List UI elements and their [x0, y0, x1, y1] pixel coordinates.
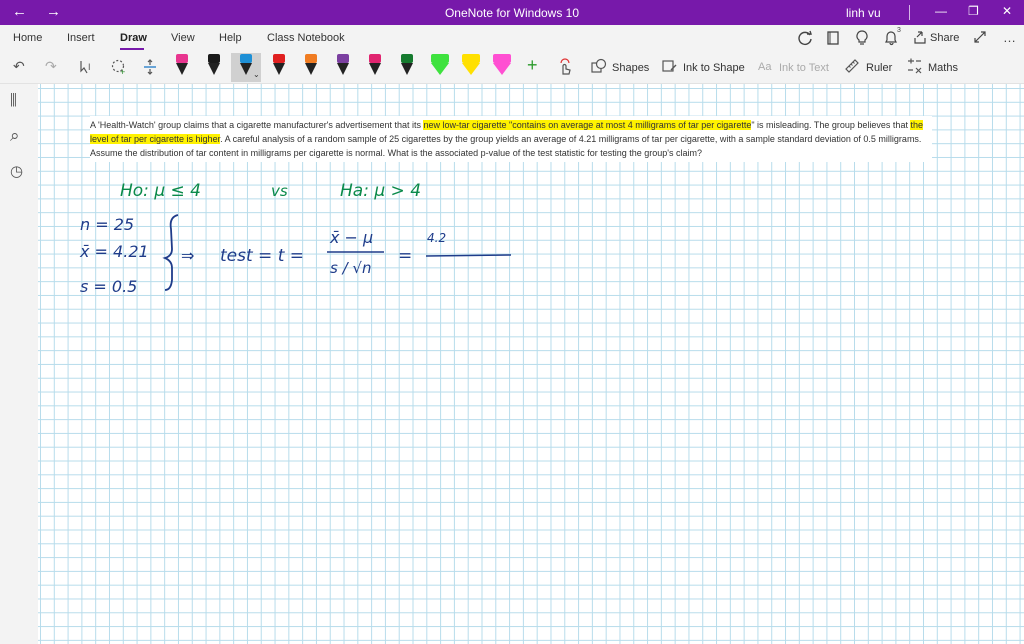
maths-button[interactable]: Maths — [928, 62, 958, 74]
pen-darkgreen-tip — [401, 63, 413, 75]
pen-red-cap — [273, 54, 285, 63]
highlighter-yellow-cap — [462, 54, 480, 63]
expand-icon[interactable] — [973, 30, 987, 44]
titlebar-divider — [909, 5, 910, 20]
tab-insert[interactable]: Insert — [67, 32, 95, 44]
maximize-icon[interactable]: ❐ — [968, 4, 979, 18]
test-statistic-label: test = t = — [220, 246, 304, 266]
svg-text:+: + — [120, 67, 125, 76]
highlighter-pink-tip — [493, 63, 511, 75]
sample-size: n = 25 — [80, 215, 134, 234]
highlighter-green-tip — [431, 63, 449, 75]
pen-pink-tip — [176, 63, 188, 75]
sync-icon[interactable] — [797, 30, 813, 46]
pen-red-tip — [273, 63, 285, 75]
search-icon[interactable]: ⌕ — [10, 126, 20, 146]
note-canvas[interactable]: A 'Health-Watch' group claims that a cig… — [38, 84, 1024, 644]
pen-blue-cap — [240, 54, 252, 63]
second-fraction-bar — [425, 254, 512, 257]
partial-numerator: 4.2 — [427, 231, 446, 245]
lasso-select-icon[interactable]: + — [110, 58, 128, 76]
pen-red[interactable] — [273, 54, 285, 80]
fraction-denominator: s / √n — [330, 259, 371, 277]
shapes-button[interactable]: Shapes — [612, 62, 649, 74]
highlighter-pink-cap — [493, 54, 511, 63]
tab-draw[interactable]: Draw — [120, 32, 147, 44]
navigation-sidebar: ⫼ ⌕ ◷ — [0, 84, 38, 644]
highlighter-yellow[interactable] — [462, 54, 480, 80]
highlighter-green-cap — [431, 54, 449, 63]
tab-help[interactable]: Help — [219, 32, 242, 44]
shapes-icon[interactable] — [591, 58, 607, 74]
ink-to-shape-icon[interactable] — [662, 58, 678, 74]
touch-draw-icon[interactable] — [558, 58, 574, 76]
pen-blue[interactable] — [240, 54, 252, 80]
fraction-numerator: x̄ − μ — [329, 228, 373, 247]
sample-mean: x̄ = 4.21 — [79, 242, 149, 261]
highlighter-green[interactable] — [431, 54, 449, 80]
pen-black-cap — [208, 54, 220, 63]
versus-text: vs — [271, 182, 288, 200]
user-name[interactable]: linh vu — [846, 6, 881, 20]
close-icon[interactable]: ✕ — [1002, 4, 1012, 18]
svg-text:Aa: Aa — [758, 61, 772, 73]
pen-orange[interactable] — [305, 54, 317, 80]
ruler-button[interactable]: Ruler — [866, 62, 892, 74]
pen-orange-tip — [305, 63, 317, 75]
svg-text:I: I — [88, 62, 91, 72]
pen-darkgreen-cap — [401, 54, 413, 63]
null-hypothesis: Ho: μ ≤ 4 — [120, 181, 201, 201]
highlighter-pink[interactable] — [493, 54, 511, 80]
pen-black-tip — [208, 63, 220, 75]
pen-orange-cap — [305, 54, 317, 63]
notebook-icon[interactable] — [826, 30, 840, 46]
pen-purple-cap — [337, 54, 349, 63]
notebooks-icon[interactable]: ⫼ — [10, 92, 17, 109]
highlighter-yellow-tip — [462, 63, 480, 75]
more-icon[interactable]: … — [1003, 30, 1016, 45]
active-tab-indicator — [120, 48, 144, 50]
title-bar: ← → OneNote for Windows 10 linh vu — ❐ ✕ — [0, 0, 1024, 25]
ink-to-text-button[interactable]: Ink to Text — [779, 62, 829, 74]
pen-magenta-cap — [369, 54, 381, 63]
ribbon-tabs: Home Insert Draw View Help Class Noteboo… — [0, 25, 1024, 52]
pen-black[interactable] — [208, 54, 220, 80]
notification-count: 3 — [897, 27, 901, 34]
sample-std-dev: s = 0.5 — [80, 277, 137, 296]
redo-icon[interactable]: ↷ — [45, 58, 57, 75]
pen-pink-cap — [176, 54, 188, 63]
alternative-hypothesis: Ha: μ > 4 — [340, 181, 421, 201]
pen-magenta[interactable] — [369, 54, 381, 80]
tab-home[interactable]: Home — [13, 32, 42, 44]
pen-purple[interactable] — [337, 54, 349, 80]
ink-to-text-icon[interactable]: Aa — [758, 58, 776, 74]
pen-blue-tip — [240, 63, 252, 75]
pen-magenta-tip — [369, 63, 381, 75]
undo-icon[interactable]: ↶ — [13, 58, 25, 75]
pen-options-chevron-icon[interactable]: ⌄ — [253, 70, 260, 79]
ink-to-shape-button[interactable]: Ink to Shape — [683, 62, 745, 74]
equals-sign: = — [398, 246, 412, 266]
select-text-icon[interactable]: I — [78, 58, 96, 76]
handwritten-ink: Ho: μ ≤ 4 vs Ha: μ > 4 n = 25 x̄ = 4.21 … — [79, 181, 512, 296]
tab-class-notebook[interactable]: Class Notebook — [267, 32, 345, 44]
ruler-icon[interactable] — [844, 58, 860, 74]
implies-arrow: ⇒ — [181, 246, 194, 265]
draw-toolbar: ↶ ↷ I + ⌄ + Shapes Ink to Shape Aa Ink t… — [0, 52, 1024, 84]
lightbulb-icon[interactable] — [856, 30, 868, 46]
pen-pink[interactable] — [176, 54, 188, 80]
recent-icon[interactable]: ◷ — [10, 162, 23, 180]
share-button[interactable]: Share — [930, 32, 959, 44]
pen-purple-tip — [337, 63, 349, 75]
maths-icon[interactable] — [906, 58, 922, 74]
grouping-brace — [162, 214, 179, 291]
share-icon[interactable] — [913, 30, 927, 44]
minimize-icon[interactable]: — — [935, 4, 947, 18]
add-pen-icon[interactable]: + — [527, 55, 538, 76]
tab-view[interactable]: View — [171, 32, 195, 44]
add-space-icon[interactable] — [142, 58, 158, 76]
pen-darkgreen[interactable] — [401, 54, 413, 80]
